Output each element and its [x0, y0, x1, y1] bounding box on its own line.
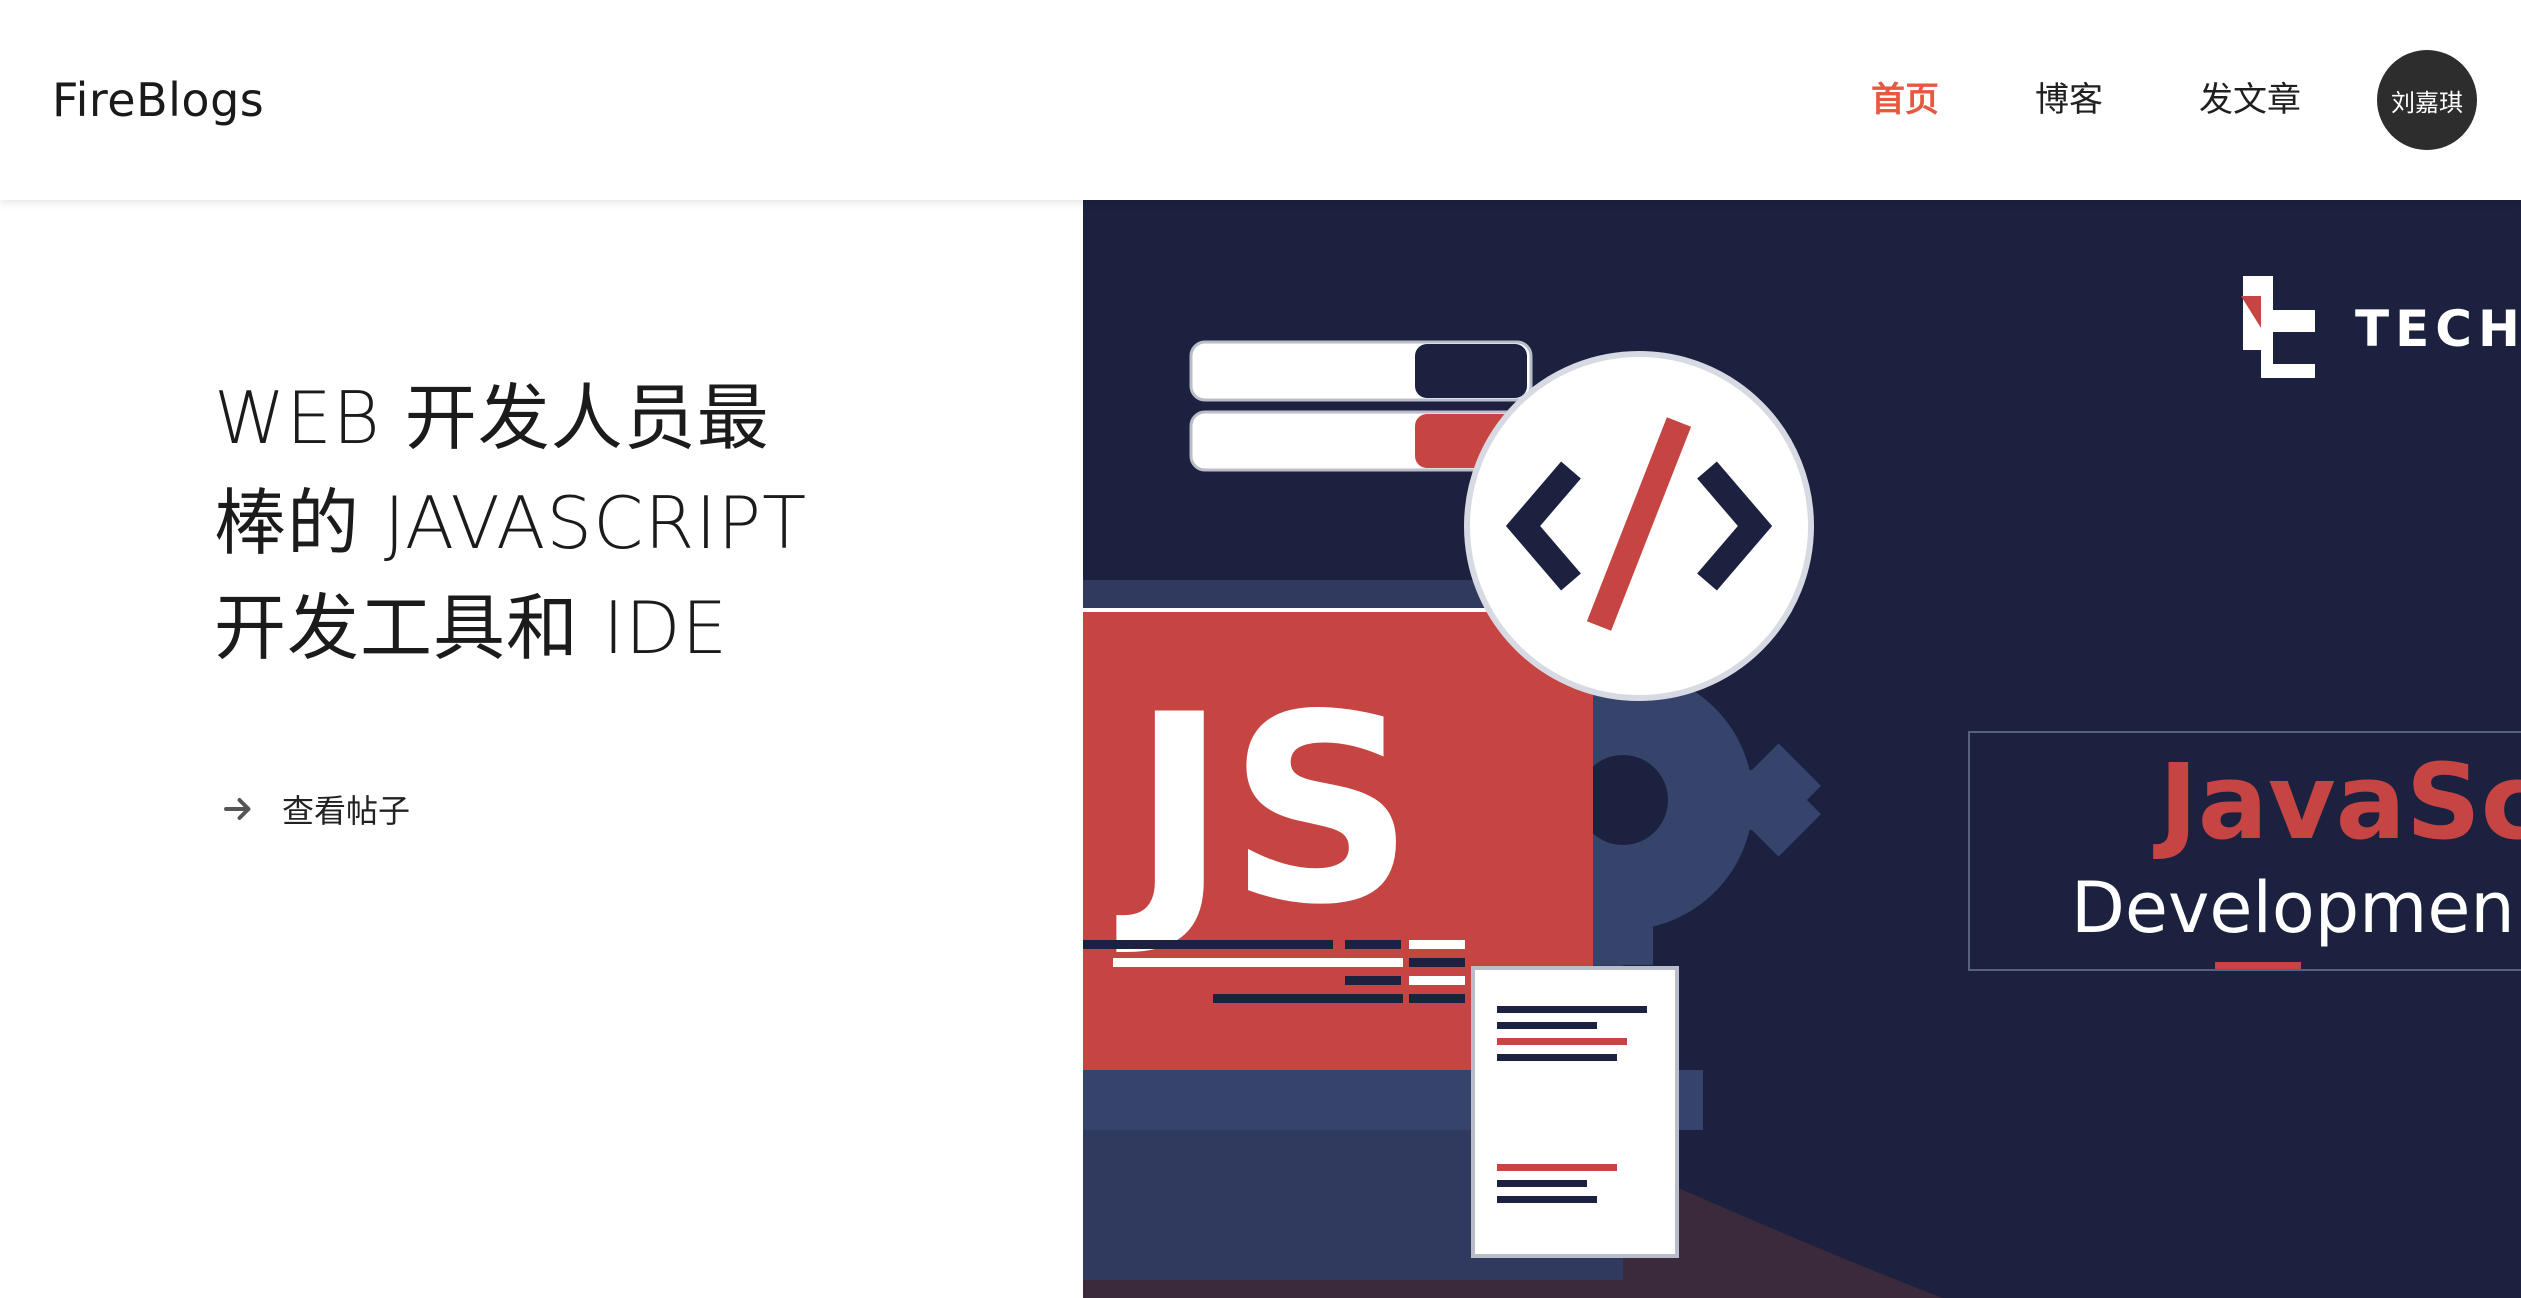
user-avatar[interactable]: 刘嘉琪 [2377, 50, 2477, 150]
code-brackets-icon [1464, 351, 1814, 701]
document-icon [1471, 966, 1679, 1258]
nav-item-create-post[interactable]: 发文章 [2199, 80, 2301, 120]
top-nav-bar: FireBlogs 首页 博客 发文章 刘嘉琪 [0, 0, 2521, 200]
hero-title: WEB 开发人员最 棒的 JAVASCRIPT 开发工具和 IDE [214, 366, 974, 681]
arrow-right-icon [224, 798, 251, 820]
js-badge-text: JS [1115, 660, 1415, 962]
hero-title-line-2: 棒的 JAVASCRIPT [214, 481, 808, 565]
brand-logo-link[interactable]: FireBlogs [52, 70, 264, 130]
banner-subtitle: Developmen [2071, 867, 2515, 949]
banner-title: JavaScr [2153, 741, 2521, 863]
nav-item-blogs[interactable]: 博客 [2035, 80, 2103, 120]
tech-logo-text: TECH [2355, 300, 2521, 358]
nav-item-home[interactable]: 首页 [1871, 80, 1939, 120]
view-post-link[interactable]: 查看帖子 [220, 786, 410, 832]
javascript-illustration: JS TECH JavaSc Developmen [1083, 200, 2521, 1298]
hero-text-panel [0, 200, 1083, 1298]
hero-image: JS TECH JavaSc Developmen [1083, 200, 2521, 1298]
hero-title-line-1: WEB 开发人员最 [214, 376, 770, 460]
user-avatar-label: 刘嘉琪 [2391, 88, 2463, 117]
hero-title-line-3: 开发工具和 IDE [214, 586, 729, 670]
view-post-label: 查看帖子 [282, 792, 411, 830]
main-nav: 首页 博客 发文章 刘嘉琪 [1871, 0, 2521, 200]
